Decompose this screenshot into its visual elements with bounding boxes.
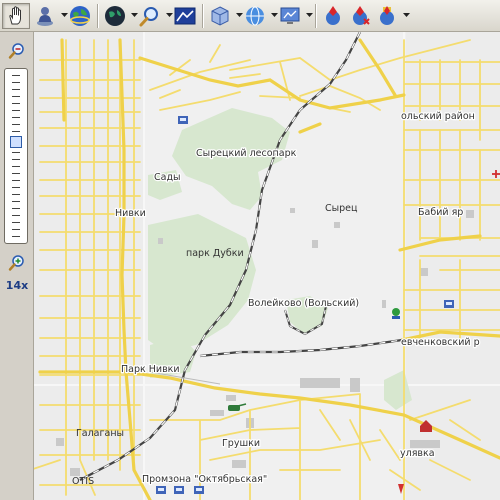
zoom-slider-tick — [12, 222, 20, 223]
label-promzona: Промзона "Октябрьская" — [142, 474, 267, 485]
label-grushki: Грушки — [222, 438, 260, 449]
layers-dropdown[interactable] — [235, 4, 243, 28]
zoom-slider-tick — [12, 124, 20, 125]
chevron-down-icon — [270, 13, 278, 17]
zoom-slider-tick — [12, 194, 20, 195]
label-lukyanovka: улявка — [400, 448, 435, 459]
pin-flag-icon — [380, 5, 394, 25]
chevron-down-icon — [235, 13, 243, 17]
label-sady: Сады — [154, 172, 181, 183]
label-otis: OTIS — [72, 476, 94, 487]
label-babiy-yar: Бабий яр — [418, 207, 463, 218]
label-galagany: Галаганы — [76, 428, 124, 439]
network-globe-icon — [246, 6, 264, 25]
cube-icon — [211, 5, 229, 26]
monitor-icon — [280, 7, 300, 24]
chevron-down-icon — [402, 13, 410, 17]
network-dropdown[interactable] — [270, 4, 278, 28]
settings-dropdown[interactable] — [305, 4, 313, 28]
toolbar-separator — [97, 3, 99, 28]
route-flag-button[interactable] — [375, 3, 399, 29]
zoom-slider-tick — [12, 166, 20, 167]
label-park-nivki: Парк Нивки — [121, 364, 180, 375]
poi-bus-icon[interactable] — [178, 116, 188, 124]
zoom-slider-tick — [12, 173, 20, 174]
hand-icon — [9, 5, 21, 24]
route-dropdown[interactable] — [402, 4, 410, 28]
chevron-down-icon — [305, 13, 313, 17]
zoom-out-icon[interactable] — [8, 42, 26, 60]
zoom-slider-tick — [12, 201, 20, 202]
toolbar — [0, 0, 500, 32]
dark-globe-button[interactable] — [103, 3, 127, 29]
zoom-slider-tick — [12, 89, 20, 90]
zoom-level-label: 14x — [5, 279, 29, 292]
poi-bus-icon[interactable] — [444, 300, 454, 308]
map-canvas[interactable]: Сырецкий лесопарк Сырецкий лесопарк Сады… — [34, 32, 500, 500]
user-location-dropdown[interactable] — [60, 4, 68, 28]
map-window-icon — [174, 7, 196, 24]
zoom-button[interactable] — [138, 3, 162, 29]
zoom-slider-tick — [12, 110, 20, 111]
pin-x-icon — [353, 5, 370, 25]
zoom-slider-tick — [12, 229, 20, 230]
zoom-slider-tick — [12, 215, 20, 216]
zoom-dropdown[interactable] — [165, 4, 173, 28]
label-voleikovo: Волейково (Вольский) — [248, 298, 359, 309]
chevron-down-icon — [165, 13, 173, 17]
poi-green-marker-icon[interactable] — [392, 308, 400, 319]
globe-button[interactable] — [68, 3, 92, 29]
zoom-slider-tick — [12, 96, 20, 97]
dark-globe-icon — [105, 5, 125, 26]
zoom-panel: 14x — [0, 32, 34, 500]
zoom-slider-tick — [12, 117, 20, 118]
map-view-button[interactable] — [173, 3, 197, 29]
settings-button[interactable] — [278, 3, 302, 29]
label-nivki: Нивки — [115, 208, 146, 219]
zoom-slider-tick — [12, 152, 20, 153]
zoom-slider-tick — [12, 159, 20, 160]
label-syrets: Сырец — [325, 203, 358, 214]
network-button[interactable] — [243, 3, 267, 29]
zoom-slider-thumb[interactable] — [10, 136, 22, 149]
toolbar-separator — [202, 3, 204, 28]
pan-tool-button[interactable] — [2, 2, 30, 29]
label-shevchenkovsky-district: евченковский р — [401, 337, 480, 348]
poi-bus-icon[interactable] — [174, 486, 184, 494]
poi-bus-icon[interactable] — [194, 486, 204, 494]
route-start-button[interactable] — [321, 3, 345, 29]
label-syretsky-forest-park: Сырецкий лесопарк — [196, 148, 297, 159]
person-pin-icon — [37, 6, 53, 26]
zoom-slider-tick — [12, 208, 20, 209]
zoom-slider-tick — [12, 180, 20, 181]
map-view[interactable]: Сырецкий лесопарк Сырецкий лесопарк Сады… — [34, 32, 500, 500]
poi-bus-icon[interactable] — [156, 486, 166, 494]
label-podolsky-district: ольский район — [401, 111, 475, 122]
dark-globe-dropdown[interactable] — [130, 4, 138, 28]
zoom-slider[interactable] — [4, 68, 28, 244]
user-location-button[interactable] — [33, 3, 57, 29]
chevron-down-icon — [60, 13, 68, 17]
zoom-slider-tick — [12, 187, 20, 188]
label-park-dubki: парк Дубки — [186, 248, 244, 259]
globe-icon — [70, 5, 90, 26]
pin-globe-icon — [326, 5, 340, 25]
zoom-slider-tick — [12, 103, 20, 104]
zoom-slider-tick — [12, 75, 20, 76]
magnifier-icon — [139, 6, 158, 26]
layers-button[interactable] — [208, 3, 232, 29]
zoom-slider-tick — [12, 131, 20, 132]
zoom-slider-tick — [12, 236, 20, 237]
route-clear-button[interactable] — [348, 3, 372, 29]
zoom-in-icon[interactable] — [8, 254, 26, 272]
zoom-slider-tick — [12, 82, 20, 83]
toolbar-separator — [315, 3, 317, 28]
chevron-down-icon — [130, 13, 138, 17]
